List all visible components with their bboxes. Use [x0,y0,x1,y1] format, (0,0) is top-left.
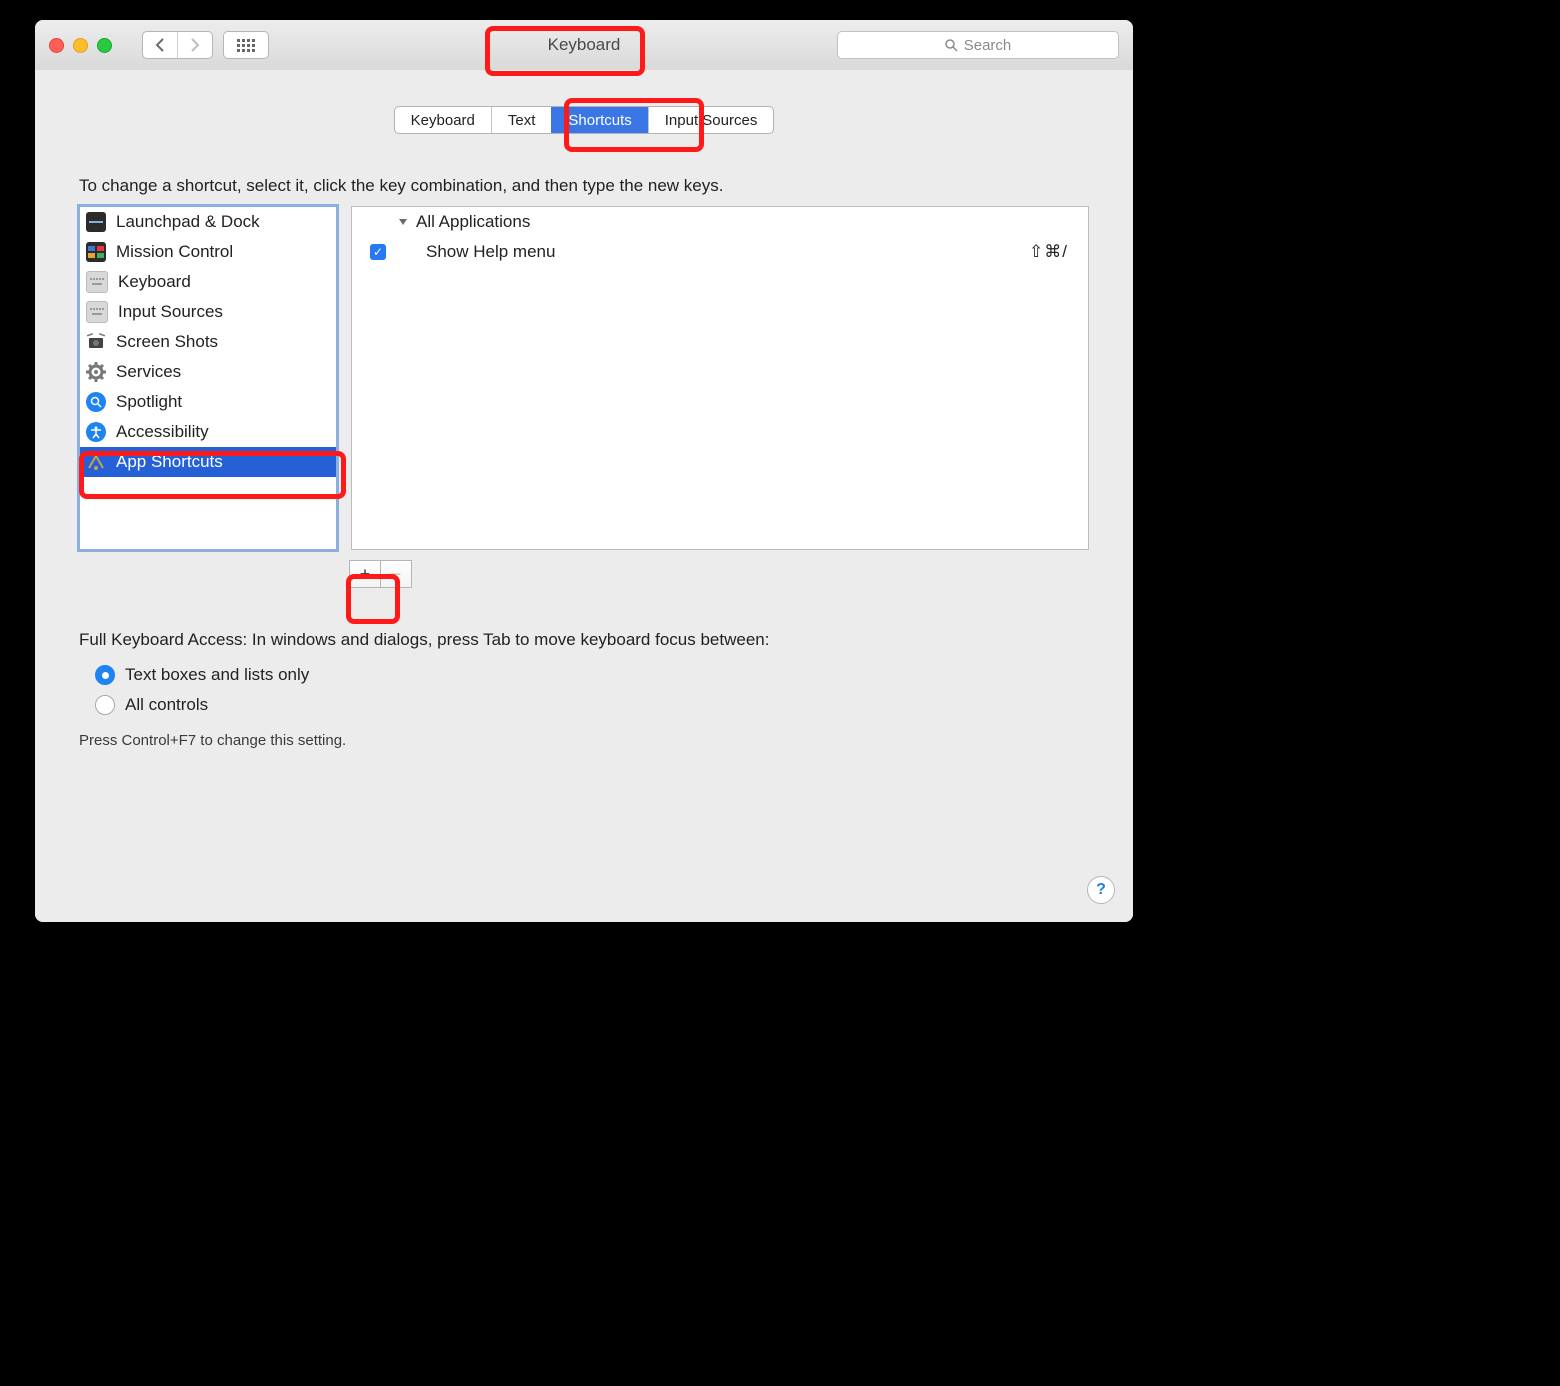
window-title: Keyboard [548,35,621,54]
radio-dot-icon [95,665,115,685]
tab-input-sources[interactable]: Input Sources [648,107,774,133]
help-button[interactable]: ? [1087,876,1115,904]
mission-control-icon [86,242,106,262]
shortcut-keys[interactable]: ⇧⌘/ [1029,242,1068,262]
checkbox[interactable]: ✓ [370,244,386,260]
group-title: All Applications [416,212,530,232]
radio-all-controls[interactable]: All controls [95,690,1133,720]
sidebar-item-app-shortcuts[interactable]: App Shortcuts [80,447,336,477]
add-remove-group: + − [349,560,1133,588]
sidebar-item-screen-shots[interactable]: Screen Shots [80,327,336,357]
zoom-icon[interactable] [97,38,112,53]
sidebar-item-spotlight[interactable]: Spotlight [80,387,336,417]
app-icon [86,452,106,472]
fka-heading: Full Keyboard Access: In windows and dia… [79,630,1089,650]
traffic-lights [49,38,112,53]
sidebar-item-accessibility[interactable]: Accessibility [80,417,336,447]
radio-text-boxes[interactable]: Text boxes and lists only [95,660,1133,690]
tab-keyboard[interactable]: Keyboard [395,107,491,133]
pane-body: Keyboard Text Shortcuts Input Sources To… [35,70,1133,922]
sidebar-item-label: Launchpad & Dock [116,212,260,232]
disclosure-triangle-icon[interactable] [398,217,408,227]
keyboard-icon [86,271,108,293]
show-all-button[interactable] [223,31,269,59]
sidebar-item-label: App Shortcuts [116,452,223,472]
shortcut-label: Show Help menu [426,242,1029,262]
screenshot-icon [86,332,106,352]
fka-hint: Press Control+F7 to change this setting. [79,732,1089,749]
sidebar-item-label: Mission Control [116,242,233,262]
sidebar-item-input-sources[interactable]: Input Sources [80,297,336,327]
search-placeholder: Search [964,37,1012,54]
sidebar-item-label: Screen Shots [116,332,218,352]
search-icon [945,39,958,52]
tab-text[interactable]: Text [491,107,552,133]
radio-label: Text boxes and lists only [125,665,309,685]
sidebar-item-launchpad[interactable]: Launchpad & Dock [80,207,336,237]
search-input[interactable]: Search [837,31,1119,59]
category-list[interactable]: Launchpad & Dock Mission Control Keyboar… [79,206,337,550]
instruction-text: To change a shortcut, select it, click t… [79,176,1089,196]
radio-dot-icon [95,695,115,715]
sidebar-item-label: Keyboard [118,272,191,292]
spotlight-icon [86,392,106,412]
sidebar-item-keyboard[interactable]: Keyboard [80,267,336,297]
gear-icon [86,362,106,382]
titlebar: Keyboard Search [35,20,1133,71]
shortcut-row[interactable]: ✓ Show Help menu ⇧⌘/ [352,237,1088,267]
accessibility-icon [86,422,106,442]
fka-options: Text boxes and lists only All controls [95,660,1133,720]
minimize-icon[interactable] [73,38,88,53]
launchpad-icon [86,212,106,232]
chevron-right-icon [190,38,200,52]
shortcut-list[interactable]: All Applications ✓ Show Help menu ⇧⌘/ [351,206,1089,550]
tab-bar: Keyboard Text Shortcuts Input Sources [394,106,775,134]
sidebar-item-label: Services [116,362,181,382]
chevron-left-icon [155,38,165,52]
radio-label: All controls [125,695,208,715]
sidebar-item-label: Accessibility [116,422,209,442]
preferences-window: Keyboard Search Keyboard Text Shortcuts … [35,20,1133,922]
add-button[interactable]: + [349,560,381,588]
sidebar-item-mission-control[interactable]: Mission Control [80,237,336,267]
sidebar-item-label: Input Sources [118,302,223,322]
sidebar-item-services[interactable]: Services [80,357,336,387]
nav-back-forward [142,31,213,59]
sidebar-item-label: Spotlight [116,392,182,412]
grid-icon [237,39,255,52]
close-icon[interactable] [49,38,64,53]
forward-button[interactable] [177,32,212,58]
keyboard-icon [86,301,108,323]
back-button[interactable] [143,32,177,58]
group-row[interactable]: All Applications [352,207,1088,237]
tab-shortcuts[interactable]: Shortcuts [551,107,647,133]
remove-button[interactable]: − [381,560,412,588]
